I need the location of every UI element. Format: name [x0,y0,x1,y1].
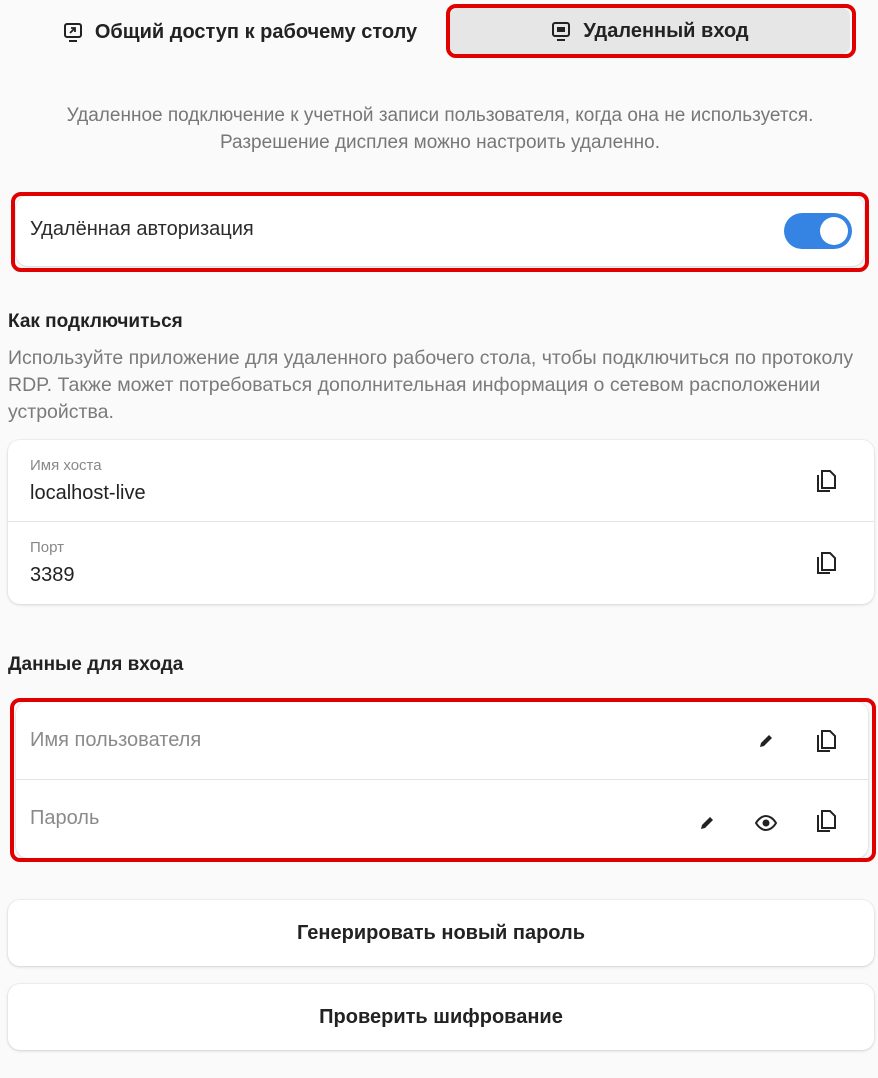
copy-hostname-button[interactable] [811,466,841,496]
tab-remote-login-label: Удаленный вход [583,19,749,42]
copy-port-button[interactable] [811,548,841,578]
verify-encryption-button[interactable]: Проверить шифрование [8,984,874,1050]
generate-password-button[interactable]: Генерировать новый пароль [8,900,874,966]
copy-password-button[interactable] [811,806,841,836]
hostname-row: Имя хоста localhost-live [8,440,874,522]
remote-login-icon [551,21,571,41]
copy-username-button[interactable] [811,726,841,756]
password-field[interactable]: Пароль [30,807,99,830]
tab-desktop-sharing-label: Общий доступ к рабочему столу [94,20,418,43]
how-to-connect-text: Используйте приложение для удаленного ра… [8,347,854,423]
edit-username-button[interactable] [751,726,781,756]
connection-info-card: Имя хоста localhost-live Порт 3389 [8,440,874,604]
credentials-card: Имя пользователя Пароль [16,702,868,858]
show-password-button[interactable] [751,808,781,838]
port-label: Порт [30,539,65,556]
edit-icon [757,732,775,750]
tab-desktop-sharing[interactable]: Общий доступ к рабочему столу [40,6,440,58]
verify-encryption-label: Проверить шифрование [319,1005,563,1028]
edit-icon [698,814,716,832]
username-field[interactable]: Имя пользователя [30,729,201,752]
hostname-value: localhost-live [30,482,146,504]
username-row[interactable]: Имя пользователя [16,702,868,780]
page-description: Удаленное подключение к учетной записи п… [66,105,814,153]
port-value: 3389 [30,564,75,586]
copy-icon [815,729,837,753]
hostname-label: Имя хоста [30,457,102,474]
password-row[interactable]: Пароль [16,780,868,858]
generate-password-label: Генерировать новый пароль [296,921,586,944]
share-screen-icon [63,22,83,42]
copy-icon [815,469,837,493]
port-row: Порт 3389 [8,522,874,604]
switch-knob [820,217,848,245]
edit-password-button[interactable] [692,808,722,838]
copy-icon [815,551,837,575]
show-password-icon [754,814,778,832]
tab-remote-login[interactable]: Удаленный вход [450,8,850,54]
remote-login-label: Удалённая авторизация [30,218,254,240]
copy-icon [815,809,837,833]
remote-login-row: Удалённая авторизация [16,196,864,266]
how-to-connect-title: Как подключиться [8,311,183,332]
remote-login-switch[interactable] [784,213,852,249]
credentials-title: Данные для входа [8,654,184,675]
